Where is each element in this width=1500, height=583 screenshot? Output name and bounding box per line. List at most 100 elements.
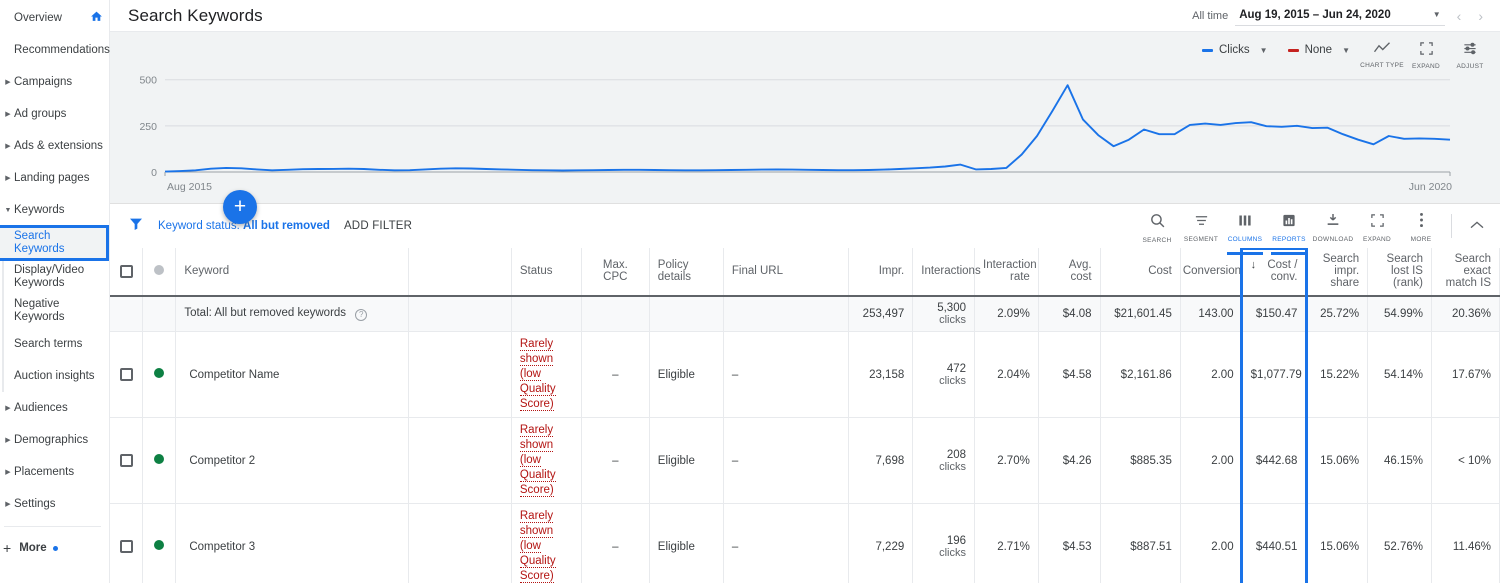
status-badge: Rarely shown (low Quality Score) (520, 338, 556, 411)
sidebar-item-ads-extensions[interactable]: ▶ Ads & extensions (0, 130, 109, 162)
row-keyword-cell[interactable]: Competitor Name (176, 332, 409, 418)
sidebar-item-auction-insights[interactable]: Auction insights (8, 360, 109, 392)
row-checkbox[interactable] (120, 540, 133, 553)
row-interactions: 196clicks (913, 504, 975, 583)
date-range-picker[interactable]: Aug 19, 2015 – Jun 24, 2020 ▼ (1235, 6, 1444, 26)
row-status-cell[interactable]: Rarely shown (low Quality Score) (511, 418, 581, 504)
row-max-cpc[interactable]: – (581, 332, 649, 418)
sidebar-item-label: Auction insights (14, 370, 95, 383)
header-max-cpc[interactable]: Max. CPC (581, 248, 649, 296)
svg-text:Aug 2015: Aug 2015 (167, 181, 212, 193)
next-period-button[interactable]: › (1473, 8, 1488, 24)
header-keyword[interactable]: Keyword (176, 248, 409, 296)
funnel-icon[interactable] (128, 216, 144, 237)
row-status-cell[interactable]: Rarely shown (low Quality Score) (511, 332, 581, 418)
columns-button[interactable]: COLUMNS (1223, 210, 1267, 243)
row-checkbox[interactable] (120, 368, 133, 381)
sidebar-item-more[interactable]: + More (0, 533, 109, 563)
sidebar-item-display-video-keywords[interactable]: Display/Video Keywords (8, 260, 109, 294)
main-content: Search Keywords All time Aug 19, 2015 – … (110, 0, 1500, 583)
primary-metric-selector[interactable]: Clicks ▼ (1192, 36, 1278, 56)
sidebar-item-keywords[interactable]: ▼ Keywords (0, 194, 109, 226)
secondary-metric-label: None (1305, 44, 1333, 56)
row-max-cpc[interactable]: – (581, 418, 649, 504)
add-filter-button[interactable]: ADD FILTER (344, 220, 412, 232)
header-final-url[interactable]: Final URL (723, 248, 849, 296)
sidebar-item-search-keywords[interactable]: Search Keywords (0, 226, 108, 260)
segment-button[interactable]: SEGMENT (1179, 210, 1223, 243)
header-search-lost-is[interactable]: Search lost IS (rank) (1368, 248, 1432, 296)
row-keyword-cell[interactable]: Competitor 3 (176, 504, 409, 583)
header-cost-per-conv[interactable]: ↓ Cost / conv. (1242, 248, 1306, 296)
row-checkbox[interactable] (120, 454, 133, 467)
sidebar-item-recommendations[interactable]: Recommendations (0, 34, 109, 66)
header-interactions[interactable]: Interactions (913, 248, 975, 296)
total-label: Total: All but removed keywords (184, 307, 346, 319)
sidebar-item-search-terms[interactable]: Search terms (8, 328, 109, 360)
row-checkbox-cell[interactable] (110, 504, 143, 583)
row-checkbox-cell[interactable] (110, 332, 143, 418)
row-max-cpc[interactable]: – (581, 504, 649, 583)
table-expand-button[interactable]: EXPAND (1355, 210, 1399, 243)
row-policy-details: Eligible (649, 332, 723, 418)
total-interaction-rate: 2.09% (975, 296, 1039, 332)
columns-label: COLUMNS (1228, 236, 1263, 243)
google-ads-app: Overview Recommendations ▶ Campaigns ▶ A… (0, 0, 1500, 583)
total-status-cell (511, 296, 581, 332)
secondary-metric-selector[interactable]: None ▼ (1278, 36, 1360, 56)
sidebar-item-settings[interactable]: ▶ Settings (0, 488, 109, 520)
select-all-checkbox[interactable] (120, 265, 133, 278)
prev-period-button[interactable]: ‹ (1452, 8, 1467, 24)
row-status-dot-cell[interactable] (143, 504, 176, 583)
total-label-cell: Total: All but removed keywords ? (176, 296, 409, 332)
svg-text:Jun 2020: Jun 2020 (1409, 181, 1452, 193)
sidebar-item-label: Recommendations (3, 44, 110, 56)
sidebar-item-campaigns[interactable]: ▶ Campaigns (0, 66, 109, 98)
header-interaction-rate[interactable]: Interaction rate (975, 248, 1039, 296)
chevron-right-icon: ▶ (3, 143, 13, 150)
table-row[interactable]: Competitor 2 Rarely shown (low Quality Sc… (110, 418, 1500, 504)
more-options-button[interactable]: MORE (1399, 209, 1443, 243)
sidebar-item-label: Campaigns (14, 76, 109, 88)
header-impr[interactable]: Impr. (849, 248, 913, 296)
add-keyword-fab[interactable]: + (223, 190, 257, 224)
metric-color-swatch (1288, 49, 1299, 52)
header-search-exact-match-is[interactable]: Search exact match IS (1431, 248, 1499, 296)
total-interactions-value: 5,300 (937, 302, 966, 314)
row-search-impr-share: 15.22% (1306, 332, 1368, 418)
sidebar-item-placements[interactable]: ▶ Placements (0, 456, 109, 488)
sidebar-item-overview[interactable]: Overview (0, 2, 109, 34)
row-final-url: – (723, 418, 849, 504)
row-status-dot-cell[interactable] (143, 418, 176, 504)
row-conversions: 2.00 (1180, 504, 1242, 583)
chevron-right-icon: ▶ (3, 501, 13, 508)
header-policy-details[interactable]: Policy details (649, 248, 723, 296)
select-all-checkbox-header[interactable] (110, 248, 143, 296)
download-button[interactable]: DOWNLOAD (1311, 209, 1355, 243)
sidebar-item-ad-groups[interactable]: ▶ Ad groups (0, 98, 109, 130)
row-status-dot-cell[interactable] (143, 332, 176, 418)
header-search-impr-share[interactable]: Search impr. share (1306, 248, 1368, 296)
row-keyword-cell[interactable]: Competitor 2 (176, 418, 409, 504)
total-search-exact-match-is: 20.36% (1431, 296, 1499, 332)
table-row[interactable]: Competitor 3 Rarely shown (low Quality Sc… (110, 504, 1500, 583)
row-checkbox-cell[interactable] (110, 418, 143, 504)
table-row[interactable]: Competitor Name Rarely shown (low Quality… (110, 332, 1500, 418)
sidebar-item-label: Audiences (14, 402, 109, 414)
sidebar-item-negative-keywords[interactable]: Negative Keywords (8, 294, 109, 328)
header-conversions[interactable]: Conversions (1180, 248, 1242, 296)
header-avg-cost[interactable]: Avg. cost (1038, 248, 1100, 296)
reports-button[interactable]: REPORTS (1267, 210, 1311, 243)
total-maxcpc-cell (581, 296, 649, 332)
row-status-cell[interactable]: Rarely shown (low Quality Score) (511, 504, 581, 583)
sidebar-item-label: Landing pages (14, 172, 109, 184)
sidebar-item-demographics[interactable]: ▶ Demographics (0, 424, 109, 456)
header-cost[interactable]: Cost (1100, 248, 1180, 296)
header-status[interactable]: Status (511, 248, 581, 296)
collapse-chart-button[interactable] (1460, 217, 1494, 235)
sidebar-item-landing-pages[interactable]: ▶ Landing pages (0, 162, 109, 194)
search-button[interactable]: SEARCH (1135, 209, 1179, 244)
help-circle-icon[interactable]: ? (355, 309, 367, 321)
sidebar-item-label: Keywords (14, 204, 109, 216)
sidebar-item-audiences[interactable]: ▶ Audiences (0, 392, 109, 424)
